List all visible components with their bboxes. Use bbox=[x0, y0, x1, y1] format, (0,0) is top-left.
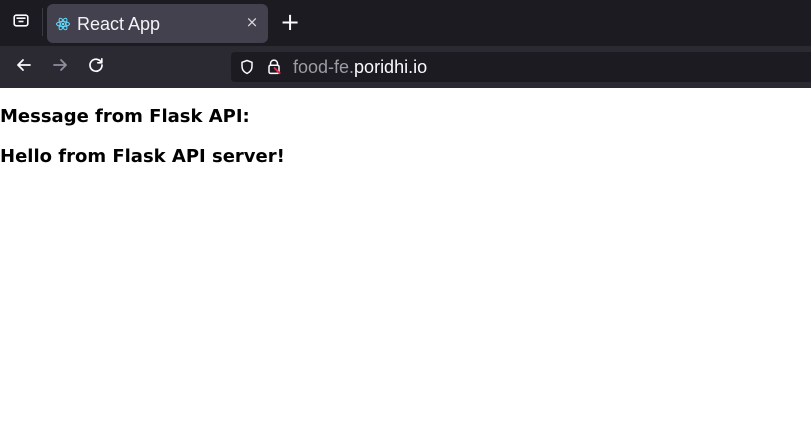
react-icon bbox=[55, 16, 71, 32]
navigation-toolbar: food-fe.poridhi.io bbox=[0, 46, 811, 88]
address-bar[interactable]: food-fe.poridhi.io bbox=[231, 52, 811, 82]
back-arrow-icon bbox=[14, 55, 34, 79]
new-tab-button[interactable]: + bbox=[280, 10, 300, 34]
url-subdomain: food-fe. bbox=[293, 57, 355, 77]
reload-icon bbox=[86, 55, 106, 79]
browser-chrome: React App × + food-fe.poridhi.io bbox=[0, 0, 811, 88]
back-button[interactable] bbox=[12, 55, 36, 79]
close-icon[interactable]: × bbox=[244, 14, 260, 30]
forward-button[interactable] bbox=[48, 55, 72, 79]
tab-react-app[interactable]: React App × bbox=[47, 4, 268, 43]
url-domain: poridhi.io bbox=[354, 57, 428, 77]
tab-list-icon bbox=[12, 11, 30, 33]
lock-icon[interactable] bbox=[266, 58, 282, 76]
forward-arrow-icon bbox=[50, 55, 70, 79]
tab-list-button[interactable] bbox=[8, 7, 34, 37]
message-heading: Message from Flask API: bbox=[0, 106, 250, 127]
shield-icon[interactable] bbox=[239, 59, 255, 75]
reload-button[interactable] bbox=[84, 55, 108, 79]
page-content: Message from Flask API: Hello from Flask… bbox=[0, 88, 811, 432]
tab-separator bbox=[42, 8, 43, 36]
api-message: Hello from Flask API server! bbox=[0, 146, 285, 167]
browser-window: React App × + food-fe.poridhi.io Message… bbox=[0, 0, 811, 432]
url-text[interactable]: food-fe.poridhi.io bbox=[293, 56, 427, 78]
tab-title: React App bbox=[77, 13, 161, 34]
tab-bar: React App × + bbox=[0, 0, 811, 46]
